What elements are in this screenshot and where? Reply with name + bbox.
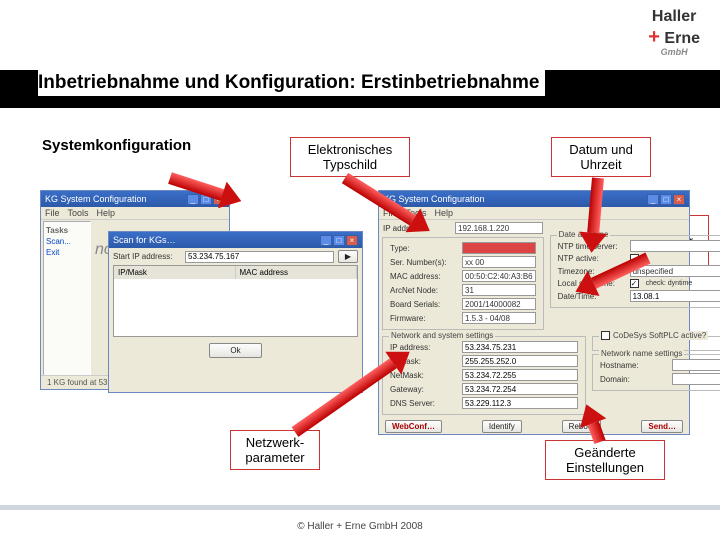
menu-help[interactable]: Help	[97, 208, 116, 218]
ip-value: 192.168.1.220	[455, 222, 543, 234]
scan-ok-button[interactable]: Ok	[209, 343, 261, 358]
minimize-icon[interactable]: _	[647, 194, 659, 205]
firmware-value: 1.5.3 - 04/08	[462, 312, 536, 324]
domain-label: Domain:	[600, 375, 668, 384]
slide-footer: © Haller + Erne GmbH 2008	[0, 521, 720, 532]
callout-systemkonfiguration: Systemkonfiguration	[42, 137, 191, 154]
slide-title: Inbetriebnahme und Konfiguration: Erstin…	[38, 68, 545, 96]
menu-tools[interactable]: Tools	[68, 208, 89, 218]
start-ip-label: Start IP address:	[113, 252, 181, 261]
hostname-input[interactable]	[672, 359, 720, 371]
type-label: Type:	[390, 244, 458, 253]
menu-file[interactable]: File	[45, 208, 60, 218]
logo-gmbh: GmbH	[648, 48, 700, 58]
details-titlebar: KG System Configuration _ □ ×	[379, 191, 689, 207]
scan-title: Scan for KGs…	[113, 235, 176, 245]
logo-line2: Erne	[664, 30, 700, 47]
maximize-icon[interactable]: □	[333, 235, 345, 246]
scan-start-button[interactable]: ▶	[338, 250, 358, 263]
node-value: 31	[462, 284, 536, 296]
logo: Haller + Erne GmbH	[648, 8, 700, 57]
netname-group-title: Network name settings	[599, 349, 684, 358]
sidebar-exit[interactable]: Exit	[46, 248, 88, 257]
details-title: KG System Configuration	[383, 194, 485, 204]
gateway-input[interactable]	[462, 383, 578, 395]
net-group-title: Network and system settings	[389, 331, 495, 340]
webconf-button[interactable]: WebConf…	[385, 420, 442, 433]
main-menubar: File Tools Help	[41, 207, 229, 220]
sidebar-section: Tasks	[46, 226, 88, 235]
callout-typschild: Elektronisches Typschild	[290, 137, 410, 177]
footer-decor	[0, 505, 720, 510]
scan-dialog: Scan for KGs… _ □ × Start IP address: ▶ …	[108, 231, 363, 393]
title-band: Inbetriebnahme und Konfiguration: Erstin…	[0, 70, 720, 108]
scan-results-grid[interactable]: IP/Mask MAC address	[113, 265, 358, 337]
logo-plus: +	[648, 26, 660, 48]
identify-button[interactable]: Identify	[482, 420, 522, 433]
softplc-group-title: CoDeSys SoftPLC active?	[599, 331, 708, 340]
dns-input[interactable]	[462, 397, 578, 409]
main-title: KG System Configuration	[45, 194, 147, 204]
domain-input[interactable]	[672, 373, 720, 385]
softplc-checkbox[interactable]	[601, 331, 610, 340]
sidebar-scan[interactable]: Scan...	[46, 237, 88, 246]
hostname-label: Hostname:	[600, 361, 668, 370]
callout-geaendert: Geänderte Einstellungen	[545, 440, 665, 480]
node-label: ArcNet Node:	[390, 286, 458, 295]
col-mac: MAC address	[236, 266, 358, 279]
netmask-input[interactable]	[462, 369, 578, 381]
mac-label: MAC address:	[390, 272, 458, 281]
callout-datum: Datum und Uhrzeit	[551, 137, 651, 177]
send-button[interactable]: Send…	[641, 420, 683, 433]
dns-label: DNS Server:	[390, 399, 458, 408]
start-ip-input[interactable]	[185, 251, 334, 263]
sidebar: Tasks Scan... Exit	[43, 221, 91, 387]
sn-label: Ser. Number(s):	[390, 258, 458, 267]
minimize-icon[interactable]: _	[320, 235, 332, 246]
close-icon[interactable]: ×	[346, 235, 358, 246]
menu-help[interactable]: Help	[435, 208, 454, 218]
callout-netzwerk: Netzwerk-parameter	[230, 430, 320, 470]
gateway-label: Gateway:	[390, 385, 458, 394]
scan-titlebar: Scan for KGs… _ □ ×	[109, 232, 362, 248]
ntp-input[interactable]	[630, 240, 720, 252]
ntpchk-label: NTP active:	[558, 254, 626, 263]
firmware-label: Firmware:	[390, 314, 458, 323]
date-input[interactable]	[630, 290, 720, 302]
mac-value: 00:50:C2:40:A3:B6	[462, 270, 536, 282]
boardser-label: Board Serials:	[390, 300, 458, 309]
type-value	[462, 242, 536, 254]
sn-value: xx 00	[462, 256, 536, 268]
maximize-icon[interactable]: □	[660, 194, 672, 205]
close-icon[interactable]: ×	[673, 194, 685, 205]
col-ip: IP/Mask	[114, 266, 236, 279]
ipaddr-input[interactable]	[462, 341, 578, 353]
minimize-icon[interactable]: _	[187, 194, 199, 205]
logo-line1: Haller	[652, 8, 696, 25]
localtime-checkbox[interactable]	[630, 279, 639, 288]
ipmask-input[interactable]	[462, 355, 578, 367]
boardser-value: 2001/14000082	[462, 298, 536, 310]
